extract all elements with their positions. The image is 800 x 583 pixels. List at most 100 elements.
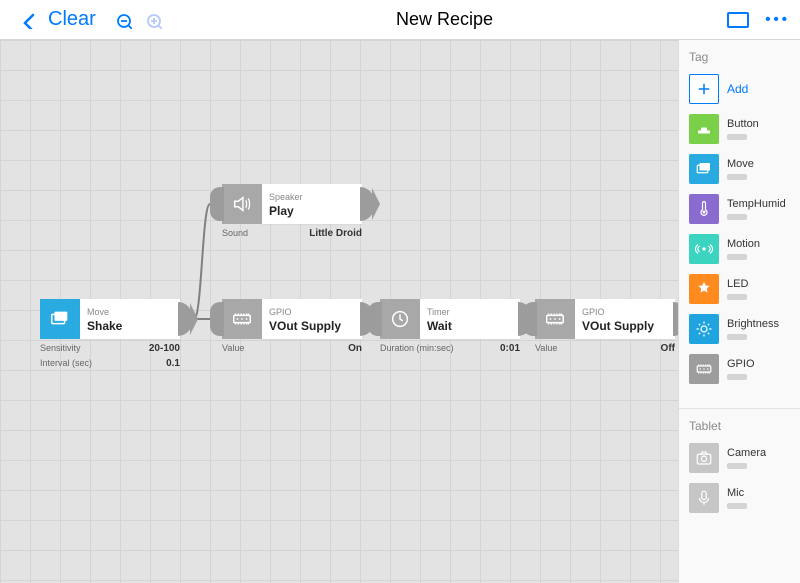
node-params: Duration (min:sec) 0:01: [380, 341, 520, 356]
output-jack[interactable]: [673, 302, 678, 336]
node-name: Shake: [87, 319, 173, 333]
sidebar-title-tag: Tag: [689, 50, 792, 64]
tag-item-motion[interactable]: Motion: [689, 234, 792, 264]
add-label: Add: [727, 82, 748, 96]
plus-icon: [689, 74, 719, 104]
canvas[interactable]: Move Shake Sensitivity 20-100 Interval (se…: [0, 40, 678, 583]
node-category: Timer: [427, 308, 513, 317]
side-sub: [727, 374, 747, 380]
side-label: GPIO: [727, 358, 755, 371]
wire: [194, 204, 210, 319]
input-jack[interactable]: [210, 302, 224, 336]
maximize-button[interactable]: [727, 12, 765, 28]
node-body: GPIO VOut Supply: [262, 299, 362, 339]
param-value: 20-100: [149, 343, 180, 354]
tag-item-led[interactable]: LED: [689, 274, 792, 304]
input-jack[interactable]: [523, 302, 537, 336]
param-row[interactable]: Interval (sec) 0.1: [40, 356, 180, 371]
camera-icon: [689, 443, 719, 473]
side-sub: [727, 334, 747, 340]
node-play[interactable]: Speaker Play Sound Little Droid: [222, 184, 362, 241]
side-sub: [727, 214, 747, 220]
side-label: Move: [727, 158, 754, 171]
node-name: Wait: [427, 319, 513, 333]
clear-button[interactable]: Clear: [48, 8, 96, 31]
thermo-icon: [689, 194, 719, 224]
node-wait[interactable]: Timer Wait Duration (min:sec) 0:01: [380, 299, 520, 356]
param-value: Off: [661, 343, 675, 354]
node-vout-supply[interactable]: GPIO VOut Supply ValueOff: [535, 299, 675, 356]
tag-item-gpio[interactable]: GPIO: [689, 354, 792, 384]
node-params: Value On: [222, 341, 362, 356]
node-vout-supply[interactable]: GPIO VOut Supply Value On: [222, 299, 362, 356]
side-sub: [727, 503, 747, 509]
tag-item-move[interactable]: Move: [689, 154, 792, 184]
param-key: Sensitivity: [40, 343, 81, 354]
gpio-icon: [689, 354, 719, 384]
node-category: Move: [87, 308, 173, 317]
node-body: Move Shake: [80, 299, 180, 339]
node-name: VOut Supply: [269, 319, 355, 333]
param-value: On: [348, 343, 362, 354]
node-category: GPIO: [269, 308, 355, 317]
gpio-icon: [535, 299, 575, 339]
toolbar: Clear New Recipe •••: [0, 0, 800, 40]
input-jack[interactable]: [368, 302, 382, 336]
sidebar: Tag Add Button Move TempHumid Motion LED…: [678, 40, 800, 583]
param-key: Value: [222, 343, 244, 354]
side-label: Button: [727, 118, 759, 131]
param-row[interactable]: Sensitivity 20-100: [40, 341, 180, 356]
page-title: New Recipe: [162, 9, 727, 30]
param-key: Sound: [222, 228, 248, 239]
node-body: Timer Wait: [420, 299, 520, 339]
node-category: GPIO: [582, 308, 668, 317]
param-row[interactable]: Value On: [222, 341, 362, 356]
led-icon: [689, 274, 719, 304]
node-params: Sensitivity 20-100 Interval (sec) 0.1: [40, 341, 180, 371]
param-value: Little Droid: [309, 228, 362, 239]
zoom-out-button[interactable]: [114, 11, 132, 29]
node-params: ValueOff: [535, 341, 675, 356]
maximize-icon: [727, 12, 749, 28]
sidebar-section-tablet: Tablet Camera Mic: [679, 409, 800, 537]
param-value: 0.1: [166, 358, 180, 369]
gpio-icon: [222, 299, 262, 339]
side-label: Brightness: [727, 318, 779, 331]
param-key: Interval (sec): [40, 358, 92, 369]
more-button[interactable]: •••: [765, 11, 790, 28]
node-shake[interactable]: Move Shake Sensitivity 20-100 Interval (se…: [40, 299, 180, 371]
node-name: Play: [269, 204, 355, 218]
param-key: Duration (min:sec): [380, 343, 454, 354]
tablet-item-mic[interactable]: Mic: [689, 483, 792, 513]
side-label: Motion: [727, 238, 760, 251]
speaker-icon: [222, 184, 262, 224]
param-row[interactable]: ValueOff: [535, 341, 675, 356]
side-label: TempHumid: [727, 198, 786, 211]
node-name: VOut Supply: [582, 319, 668, 333]
tag-item-temphumid[interactable]: TempHumid: [689, 194, 792, 224]
side-sub: [727, 174, 747, 180]
main: Move Shake Sensitivity 20-100 Interval (se…: [0, 40, 800, 583]
back-button[interactable]: [10, 11, 44, 29]
side-label: Mic: [727, 487, 747, 500]
mic-icon: [689, 483, 719, 513]
tablet-item-camera[interactable]: Camera: [689, 443, 792, 473]
clock-icon: [380, 299, 420, 339]
move-icon: [40, 299, 80, 339]
side-sub: [727, 134, 747, 140]
sidebar-add[interactable]: Add: [689, 74, 792, 104]
node-category: Speaker: [269, 193, 355, 202]
input-jack[interactable]: [210, 187, 224, 221]
side-label: Camera: [727, 447, 766, 460]
side-label: LED: [727, 278, 748, 291]
zoom-in-button[interactable]: [144, 11, 162, 29]
side-sub: [727, 254, 747, 260]
tag-item-button[interactable]: Button: [689, 114, 792, 144]
param-value: 0:01: [500, 343, 520, 354]
tag-item-brightness[interactable]: Brightness: [689, 314, 792, 344]
param-row[interactable]: Sound Little Droid: [222, 226, 362, 241]
output-jack[interactable]: [178, 302, 192, 336]
node-body: GPIO VOut Supply: [575, 299, 675, 339]
output-jack[interactable]: [360, 187, 374, 221]
param-row[interactable]: Duration (min:sec) 0:01: [380, 341, 520, 356]
